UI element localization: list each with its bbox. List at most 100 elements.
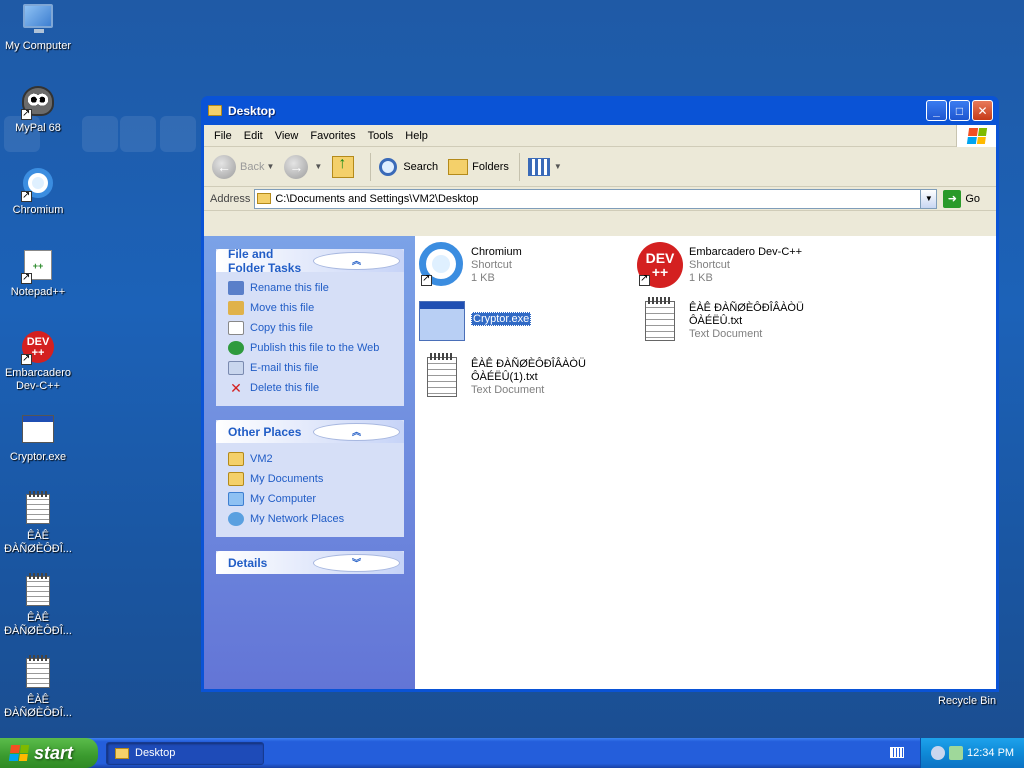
maximize-button[interactable]: □ bbox=[949, 100, 970, 121]
taskbar-item-desktop[interactable]: Desktop bbox=[106, 741, 264, 765]
file-item-text-document[interactable]: ÊÀÊ ÐÀÑØÈÔÐÎÂÀÒÜ ÔÀÉËÛ(1).txt Text Docum… bbox=[419, 353, 629, 400]
shortcut-arrow-icon bbox=[21, 271, 32, 284]
menu-edit[interactable]: Edit bbox=[238, 130, 269, 142]
computer-icon bbox=[23, 4, 53, 33]
menu-favorites[interactable]: Favorites bbox=[304, 130, 361, 142]
email-icon bbox=[228, 361, 244, 375]
desktop-icon-cryptor[interactable]: Cryptor.exe bbox=[0, 412, 76, 464]
file-name-selected: Cryptor.exe bbox=[471, 312, 532, 326]
file-name: ÊÀÊ ÐÀÑØÈÔÐÎÂÀÒÜ bbox=[471, 358, 586, 370]
file-type: Text Document bbox=[689, 328, 763, 340]
desktop-icon-label: ÊÀÊ ÐÀÑØÈÔÐÎ... bbox=[4, 612, 72, 637]
file-list: Chromium Shortcut 1 KB DEV++ Embarcadero… bbox=[415, 236, 996, 689]
folder-icon bbox=[228, 452, 244, 466]
up-folder-button[interactable] bbox=[332, 155, 360, 178]
forward-button[interactable]: → ▼ bbox=[284, 154, 323, 179]
place-my-computer[interactable]: My Computer bbox=[228, 489, 394, 509]
move-icon bbox=[228, 301, 244, 315]
file-item-devcpp[interactable]: DEV++ Embarcadero Dev-C++ Shortcut 1 KB bbox=[637, 242, 847, 288]
system-tray: 12:34 PM bbox=[920, 738, 1024, 768]
close-button[interactable]: ✕ bbox=[972, 100, 993, 121]
desktop-icon-label: MyPal 68 bbox=[15, 122, 61, 134]
place-my-network-places[interactable]: My Network Places bbox=[228, 509, 394, 529]
chevron-down-icon: ▼ bbox=[314, 162, 323, 171]
place-label: VM2 bbox=[250, 453, 273, 465]
taskbar: start Desktop 12:34 PM bbox=[0, 738, 1024, 768]
start-label: start bbox=[34, 742, 74, 763]
minimize-button[interactable]: _ bbox=[926, 100, 947, 121]
other-places-title: Other Places bbox=[228, 424, 302, 439]
place-my-documents[interactable]: My Documents bbox=[228, 469, 394, 489]
search-button[interactable]: Search bbox=[379, 157, 438, 176]
chevron-down-icon: ▼ bbox=[266, 162, 275, 171]
desktop-icon-text-document[interactable]: ÊÀÊ ÐÀÑØÈÔÐÎ... bbox=[0, 655, 76, 720]
desktop-icon-my-computer[interactable]: My Computer bbox=[0, 2, 76, 53]
details-header[interactable]: Details ︾ bbox=[216, 551, 404, 574]
go-label: Go bbox=[965, 192, 980, 205]
file-name: Chromium bbox=[471, 246, 522, 258]
safely-remove-tray-icon[interactable] bbox=[949, 746, 963, 760]
address-input[interactable]: C:\Documents and Settings\VM2\Desktop ▼ bbox=[254, 188, 938, 209]
collapse-chevron-icon[interactable]: ︽ bbox=[313, 422, 400, 441]
file-type: Text Document bbox=[471, 384, 545, 396]
file-item-chromium[interactable]: Chromium Shortcut 1 KB bbox=[419, 242, 629, 288]
place-vm2[interactable]: VM2 bbox=[228, 449, 394, 469]
task-publish-web[interactable]: Publish this file to the Web bbox=[228, 338, 394, 358]
explorer-window: Desktop _ □ ✕ File Edit View Favorites T… bbox=[201, 96, 999, 692]
menu-help[interactable]: Help bbox=[399, 130, 434, 142]
go-button[interactable]: ➜ Go bbox=[937, 189, 996, 208]
collapse-chevron-icon[interactable]: ︽ bbox=[313, 251, 400, 270]
file-name: ÊÀÊ ÐÀÑØÈÔÐÎÂÀÒÜ bbox=[689, 302, 804, 314]
documents-folder-icon bbox=[228, 472, 244, 486]
menu-view[interactable]: View bbox=[269, 130, 305, 142]
desktop-icon-text-document[interactable]: ÊÀÊ ÐÀÑØÈÔÐÎ... bbox=[0, 573, 76, 638]
window-titlebar[interactable]: Desktop _ □ ✕ bbox=[204, 96, 996, 125]
desktop-icon-label: Chromium bbox=[12, 204, 64, 216]
file-name: Embarcadero Dev-C++ bbox=[689, 246, 803, 258]
task-copy-file[interactable]: Copy this file bbox=[228, 318, 394, 338]
desktop-icon-label: My Computer bbox=[4, 40, 72, 52]
toolbar-separator bbox=[370, 152, 372, 181]
desktop-icon-chromium[interactable]: Chromium bbox=[0, 166, 76, 217]
folders-button[interactable]: Folders bbox=[448, 158, 509, 175]
desktop-icon-text-document[interactable]: ÊÀÊ ÐÀÑØÈÔÐÎ... bbox=[0, 491, 76, 556]
clock[interactable]: 12:34 PM bbox=[967, 747, 1014, 759]
task-move-file[interactable]: Move this file bbox=[228, 298, 394, 318]
task-label: Copy this file bbox=[250, 322, 313, 334]
window-client: File Edit View Favorites Tools Help ← Ba… bbox=[204, 125, 996, 689]
file-size: 1 KB bbox=[689, 272, 713, 284]
desktop-icon-devcpp[interactable]: DEV++ Embarcadero Dev-C++ bbox=[0, 330, 76, 393]
address-dropdown-button[interactable]: ▼ bbox=[920, 189, 937, 208]
task-email-file[interactable]: E-mail this file bbox=[228, 358, 394, 378]
desktop-icon-label: ÊÀÊ ÐÀÑØÈÔÐÎ... bbox=[4, 694, 72, 719]
task-label: Delete this file bbox=[250, 382, 320, 394]
task-label: E-mail this file bbox=[250, 362, 319, 374]
shortcut-arrow-icon bbox=[21, 107, 32, 120]
network-icon bbox=[228, 512, 244, 526]
network-tray-icon[interactable] bbox=[931, 746, 945, 760]
file-tasks-header[interactable]: File and Folder Tasks ︽ bbox=[216, 247, 404, 275]
menu-file[interactable]: File bbox=[208, 130, 238, 142]
views-button[interactable]: ▼ bbox=[527, 157, 562, 176]
task-rename-file[interactable]: Rename this file bbox=[228, 278, 394, 298]
menu-tools[interactable]: Tools bbox=[362, 130, 400, 142]
place-label: My Documents bbox=[250, 473, 324, 485]
rename-icon bbox=[228, 281, 244, 295]
shortcut-arrow-icon bbox=[639, 273, 650, 286]
keyboard-icon[interactable] bbox=[890, 747, 904, 758]
desktop-icon-notepad-plus-plus[interactable]: ++ Notepad++ bbox=[0, 248, 76, 299]
toolbar: ← Back ▼ → ▼ Search Folders bbox=[204, 147, 996, 187]
file-item-cryptor[interactable]: Cryptor.exe bbox=[419, 298, 629, 344]
desktop-icon-label: Cryptor.exe bbox=[9, 451, 67, 463]
file-item-text-document[interactable]: ÊÀÊ ÐÀÑØÈÔÐÎÂÀÒÜ ÔÀÉËÛ.txt Text Document bbox=[637, 297, 847, 344]
text-document-icon bbox=[26, 655, 50, 688]
back-button[interactable]: ← Back ▼ bbox=[212, 154, 275, 179]
start-button[interactable]: start bbox=[0, 738, 98, 768]
recycle-bin-label[interactable]: Recycle Bin bbox=[938, 695, 996, 707]
task-label: Move this file bbox=[250, 302, 315, 314]
task-delete-file[interactable]: ✕ Delete this file bbox=[228, 378, 394, 398]
desktop-icon-mypal[interactable]: MyPal 68 bbox=[0, 84, 76, 135]
other-places-panel: Other Places ︽ VM2 My Documents My Compu… bbox=[216, 420, 404, 537]
other-places-header[interactable]: Other Places ︽ bbox=[216, 420, 404, 443]
expand-chevron-icon[interactable]: ︾ bbox=[313, 553, 400, 572]
